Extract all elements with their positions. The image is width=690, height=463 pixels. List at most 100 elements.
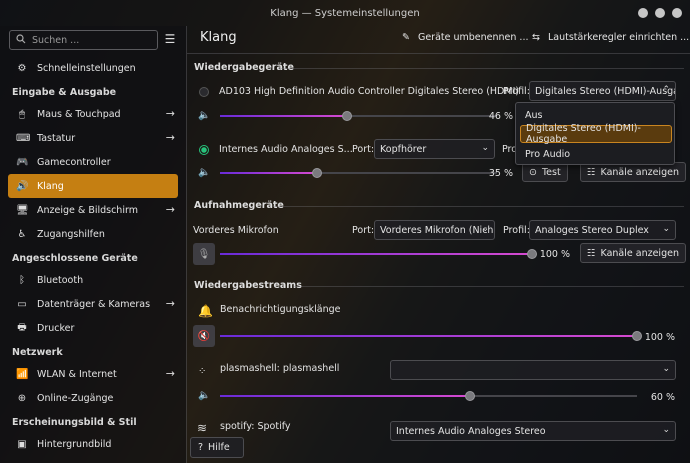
microphone-muted-icon[interactable]: 🎙 — [193, 243, 215, 265]
volume-icon[interactable]: 🔈 — [198, 110, 210, 121]
search-input[interactable]: Suchen ... — [9, 30, 158, 50]
close-button[interactable] — [672, 8, 682, 18]
sidebar-item-datenträger-kameras[interactable]: ▭ Datenträger & Kameras → — [0, 292, 186, 316]
profile-label: Profil: — [503, 86, 530, 97]
minimize-button[interactable] — [638, 8, 648, 18]
slider-fill — [220, 172, 317, 174]
volume-slider[interactable] — [220, 330, 642, 342]
sidebar-item-anzeige-bildschirm[interactable]: 🖥 Anzeige & Bildschirm → — [0, 198, 186, 222]
chevron-down-icon: ⌄ — [481, 143, 489, 153]
capture-section-line — [273, 206, 684, 207]
profile-option-off[interactable]: Aus — [520, 106, 672, 124]
stream-name: Benachrichtigungsklänge — [220, 304, 341, 315]
profile-option-pro-audio[interactable]: Pro Audio — [520, 145, 672, 163]
stream-name: plasmashell: plasmashell — [220, 363, 340, 374]
volume-icon[interactable]: 🔈 — [198, 167, 210, 178]
bell-icon: 🔔 — [198, 304, 213, 318]
chevron-down-icon: ⌄ — [481, 224, 489, 234]
volume-slider[interactable] — [220, 390, 637, 402]
output-device-value: Internes Audio Analoges Stereo — [396, 425, 546, 437]
volume-slider[interactable] — [220, 248, 537, 260]
volume-percent: 100 % — [539, 249, 570, 260]
port-select-value: Vorderes Mikrofon (Nich — [380, 224, 494, 236]
maximize-button[interactable] — [655, 8, 665, 18]
volume-percent: 100 % — [644, 332, 675, 343]
sidebar-item-klang[interactable]: 🔊 Klang — [8, 174, 178, 198]
chevron-down-icon: ⌄ — [662, 364, 670, 374]
port-select[interactable]: Vorderes Mikrofon (Nich ⌄ — [374, 220, 495, 240]
search-icon — [16, 33, 26, 47]
sidebar-item-label: Drucker — [37, 322, 75, 334]
profile-select[interactable]: Analoges Stereo Duplex ⌄ — [529, 220, 676, 240]
sidebar-item-label: WLAN & Internet — [37, 368, 117, 380]
sidebar-item-tastatur[interactable]: ⌨ Tastatur → — [0, 126, 186, 150]
sidebar-item-label: Bluetooth — [37, 274, 84, 286]
profile-label-text: Profil: — [503, 86, 530, 97]
configure-volume-button[interactable]: ⇆ Lautstärkeregler einrichten ... — [532, 32, 689, 43]
window-title: Klang — Systemeinstellungen — [270, 7, 420, 19]
profile-option-label: Pro Audio — [525, 148, 571, 160]
port-label: Port: — [352, 225, 374, 236]
wifi-icon: 📶 — [16, 368, 29, 380]
sidebar-item-label: Maus & Touchpad — [37, 108, 121, 120]
sidebar-section-header: Netzwerk — [12, 347, 63, 358]
profile-option-label: Digitales Stereo (HDMI)-Ausgabe — [526, 123, 641, 145]
sidebar-item-label: Online-Zugänge — [37, 392, 114, 404]
sidebar-item-bluetooth[interactable]: ᛒ Bluetooth — [0, 268, 186, 292]
slider-fill — [220, 335, 637, 337]
profile-option-label: Aus — [525, 109, 543, 121]
main-panel: Klang ✎ Geräte umbenennen ... ⇆ Lautstär… — [187, 26, 690, 463]
arrow-right-icon: → — [165, 107, 175, 120]
output-device-select[interactable]: ⌄ — [390, 360, 676, 380]
port-label-text: Port: — [352, 144, 375, 155]
volume-icon[interactable]: 🔈 — [198, 390, 210, 401]
sidebar-item-zugangshilfen[interactable]: ♿ Zugangshilfen — [0, 222, 186, 246]
sidebar-item-drucker[interactable]: 🖶 Drucker — [0, 316, 186, 340]
sidebar-item-maus-touchpad[interactable]: 🖱 Maus & Touchpad → — [0, 102, 186, 126]
page-title: Klang — [200, 30, 237, 45]
header: Klang ✎ Geräte umbenennen ... ⇆ Lautstär… — [187, 26, 690, 52]
app-window: Klang — Systemeinstellungen Suchen ... ☰… — [0, 0, 690, 463]
volume-slider[interactable] — [220, 167, 497, 179]
volume-slider[interactable] — [220, 110, 497, 122]
spotify-icon: ≋ — [197, 421, 208, 435]
default-device-radio[interactable] — [199, 86, 209, 97]
sidebar-item-hintergrundbild[interactable]: ▣ Hintergrundbild — [0, 432, 186, 456]
sidebar-item-wlan-internet[interactable]: 📶 WLAN & Internet → — [0, 362, 186, 386]
mouse-icon: 🖱 — [19, 108, 25, 120]
monitor-icon: 🖥 — [16, 204, 29, 216]
test-button[interactable]: ⊙ Test — [522, 162, 568, 182]
profile-label-text: Profil: — [503, 225, 530, 236]
sidebar-item-online-zugänge[interactable]: ⊕ Online-Zugänge — [0, 386, 186, 410]
sidebar-item-label: Tastatur — [37, 132, 76, 144]
default-device-radio[interactable] — [199, 144, 209, 155]
slider-handle[interactable] — [342, 111, 353, 121]
port-label-text: Port: — [352, 225, 375, 236]
chevron-down-icon: ⌄ — [662, 224, 670, 234]
drive-icon: ▭ — [17, 298, 27, 310]
show-channels-button[interactable]: ☷ Kanäle anzeigen — [580, 162, 686, 182]
hamburger-menu-icon[interactable]: ☰ — [163, 32, 177, 46]
port-select[interactable]: Kopfhörer ⌄ — [374, 139, 495, 159]
help-button[interactable]: ? Hilfe — [190, 437, 244, 458]
bluetooth-icon: ᛒ — [19, 274, 25, 286]
profile-option-hdmi-stereo[interactable]: Digitales Stereo (HDMI)-Ausgabe — [520, 123, 672, 145]
chevron-up-icon: ⌃ — [662, 85, 670, 95]
sidebar-item-label: Gamecontroller — [37, 156, 111, 168]
playback-device-1: AD103 High Definition Audio Controller D… — [199, 86, 519, 97]
rename-devices-button[interactable]: ✎ Geräte umbenennen ... — [402, 32, 529, 43]
muted-speaker-icon[interactable]: 🔇 — [193, 325, 215, 347]
slider-handle[interactable] — [465, 391, 476, 401]
sidebar-section-header: Angeschlossene Geräte — [12, 253, 138, 264]
arrow-right-icon: → — [165, 367, 175, 380]
output-device-select[interactable]: Internes Audio Analoges Stereo ⌄ — [390, 421, 676, 441]
sidebar-item-schnelleinstellungen[interactable]: ⚙ Schnelleinstellungen — [0, 56, 186, 80]
sidebar-item-label: Klang — [37, 180, 64, 192]
volume-percent: 35 % — [488, 168, 513, 179]
sliders-icon: ⇆ — [532, 32, 540, 43]
sidebar-item-gamecontroller[interactable]: 🎮 Gamecontroller — [0, 150, 186, 174]
slider-handle[interactable] — [311, 168, 322, 178]
arrow-right-icon: → — [165, 297, 175, 310]
profile-select[interactable]: Digitales Stereo (HDMI)-Ausgabe ⌃ — [529, 81, 676, 101]
show-channels-button[interactable]: ☷ Kanäle anzeigen — [580, 243, 686, 263]
